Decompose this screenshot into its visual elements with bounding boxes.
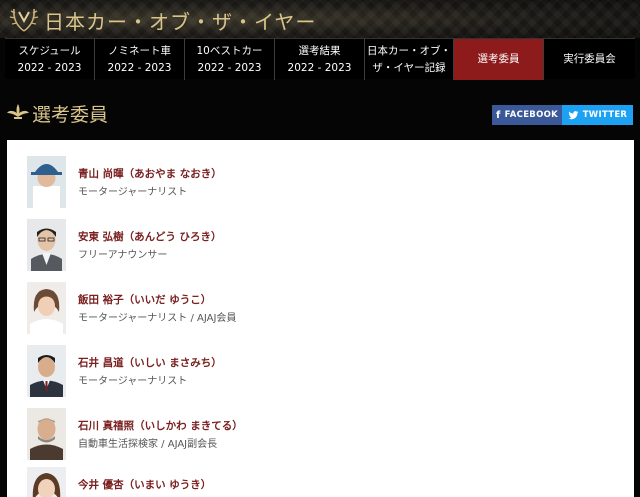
twitter-share-button[interactable]: TWITTER xyxy=(562,105,633,125)
nav-item-line2: 2022 - 2023 xyxy=(197,61,262,74)
member-role: モータージャーナリスト xyxy=(78,376,188,387)
nav-item-line1: ノミネート車 xyxy=(108,44,171,57)
nav-item-line2: 2022 - 2023 xyxy=(287,61,352,74)
member-name[interactable]: 石川 真禧照（いしかわ まきてる） xyxy=(78,418,243,433)
member-photo xyxy=(27,345,66,397)
site-title[interactable]: 日本カー・オブ・ザ・イヤー xyxy=(44,6,316,35)
member-name[interactable]: 石井 昌道（いしい まさみち） xyxy=(78,355,222,370)
nav-item-results[interactable]: 選考結果 2022 - 2023 xyxy=(275,39,365,80)
member-role: モータージャーナリスト / AJAJ会員 xyxy=(78,313,237,324)
nav-item-line1: 選考結果 xyxy=(298,44,341,57)
facebook-share-label: FACEBOOK xyxy=(504,110,559,120)
member-photo xyxy=(27,408,66,460)
nav-item-line2: 2022 - 2023 xyxy=(107,61,172,74)
list-item[interactable]: 青山 尚暉（あおやま なおき） モータージャーナリスト xyxy=(27,156,607,208)
list-item[interactable]: 石井 昌道（いしい まさみち） モータージャーナリスト xyxy=(27,345,607,397)
member-role: フリーアナウンサー xyxy=(78,250,168,261)
nav-item-executive-committee[interactable]: 実行委員会 xyxy=(544,39,635,80)
facebook-icon: f xyxy=(495,109,501,121)
nav-item-line1: 実行委員会 xyxy=(563,53,616,65)
nav-item-selection-committee[interactable]: 選考委員 xyxy=(454,39,544,80)
member-role: モータージャーナリスト xyxy=(78,187,188,198)
fleur-ornament-icon xyxy=(7,104,29,119)
facebook-share-button[interactable]: f FACEBOOK xyxy=(492,105,562,125)
nav-item-line1: スケジュール xyxy=(18,44,81,57)
list-item[interactable]: 石川 真禧照（いしかわ まきてる） 自動車生活探検家 / AJAJ副会長 xyxy=(27,408,607,460)
member-name[interactable]: 安東 弘樹（あんどう ひろき） xyxy=(78,229,222,244)
nav-item-nominees[interactable]: ノミネート車 2022 - 2023 xyxy=(95,39,185,80)
nav-item-line1: 10ベストカー xyxy=(196,44,263,57)
nav-item-line2: 2022 - 2023 xyxy=(17,61,82,74)
main-nav: スケジュール 2022 - 2023 ノミネート車 2022 - 2023 10… xyxy=(5,38,635,80)
nav-item-10-best-cars[interactable]: 10ベストカー 2022 - 2023 xyxy=(185,39,275,80)
nav-item-records[interactable]: 日本カー・オブ・ ザ・イヤー記録 xyxy=(365,39,454,80)
member-name[interactable]: 青山 尚暉（あおやま なおき） xyxy=(78,166,222,181)
list-item[interactable]: 飯田 裕子（いいだ ゆうこ） モータージャーナリスト / AJAJ会員 xyxy=(27,282,607,334)
nav-item-line2: ザ・イヤー記録 xyxy=(372,61,446,74)
member-photo xyxy=(27,219,66,271)
members-panel: 青山 尚暉（あおやま なおき） モータージャーナリスト 安東 弘樹（あんどう ひ… xyxy=(7,140,634,497)
list-item[interactable]: 今井 優杏（いまい ゆうき） 自動車ジャーナリスト / モータースポーツMC xyxy=(27,467,607,497)
member-photo xyxy=(27,156,66,208)
list-item[interactable]: 安東 弘樹（あんどう ひろき） フリーアナウンサー xyxy=(27,219,607,271)
member-role: 自動車生活探検家 / AJAJ副会長 xyxy=(78,439,218,450)
laurel-emblem-icon xyxy=(9,8,39,32)
twitter-bird-icon xyxy=(568,110,579,119)
nav-item-schedule[interactable]: スケジュール 2022 - 2023 xyxy=(5,39,95,80)
nav-item-line1: 選考委員 xyxy=(477,53,520,65)
member-name[interactable]: 飯田 裕子（いいだ ゆうこ） xyxy=(78,292,211,307)
section-title: 選考委員 xyxy=(32,104,109,126)
member-photo xyxy=(27,467,66,497)
header-banner: 日本カー・オブ・ザ・イヤー xyxy=(0,0,640,38)
member-name[interactable]: 今井 優杏（いまい ゆうき） xyxy=(78,477,211,492)
nav-item-line1: 日本カー・オブ・ xyxy=(367,44,451,57)
twitter-share-label: TWITTER xyxy=(582,110,628,120)
member-photo xyxy=(27,282,66,334)
